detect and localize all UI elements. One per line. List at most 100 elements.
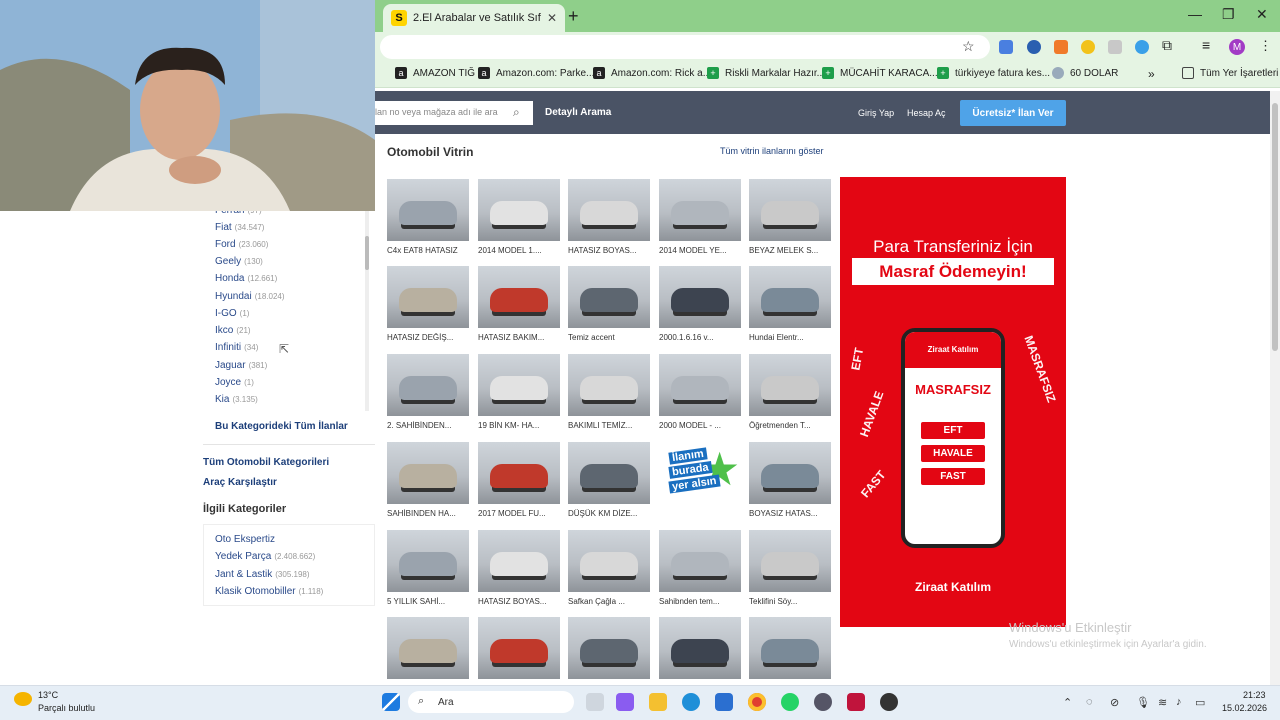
listing-card[interactable]: HATASIZ BOYAS... [478,530,560,614]
listing-card[interactable]: HATASIZ BAKIM... [478,266,560,350]
listing-card[interactable]: SAHİBINDEN HA... [387,442,469,526]
settings-gear-icon[interactable] [880,693,898,711]
listing-photo[interactable] [478,179,560,241]
listing-photo[interactable] [568,617,650,679]
listing-photo[interactable] [749,266,831,328]
listing-title[interactable]: HATASIZ BOYAS... [568,246,650,255]
listing-title[interactable]: HATASIZ BOYAS... [478,597,560,606]
listing-photo[interactable] [387,442,469,504]
edge-icon[interactable] [682,693,700,711]
app-icon[interactable] [814,693,832,711]
listing-photo[interactable] [749,354,831,416]
related-category-item[interactable]: Yedek Parça (2.408.662) [215,551,315,562]
extension-icon[interactable] [1054,40,1068,54]
extension-icon[interactable] [1027,40,1041,54]
listing-photo[interactable] [659,266,741,328]
app-icon[interactable] [847,693,865,711]
minimize-button[interactable]: — [1188,6,1202,22]
brand-list-scrollbar-thumb[interactable] [365,236,369,270]
start-menu-icon[interactable] [382,693,400,711]
listing-photo[interactable] [568,179,650,241]
all-in-category-link[interactable]: Bu Kategorideki Tüm İlanlar [215,421,348,432]
brand-item[interactable]: Geely (130) [215,256,263,267]
clock-date[interactable]: 15.02.2026 [1222,703,1267,713]
listing-title[interactable]: DÜŞÜK KM DİZE... [568,509,650,518]
brand-item[interactable]: Honda (12.661) [215,273,277,284]
listing-title[interactable]: 2014 MODEL YE... [659,246,741,255]
listing-title[interactable]: BEYAZ MELEK S... [749,246,831,255]
listing-photo[interactable] [478,266,560,328]
weather-icon[interactable] [14,692,32,706]
brand-item[interactable]: Hyundai (18.024) [215,291,285,302]
media-control-icon[interactable]: ≡ [1202,37,1210,53]
listing-card[interactable]: BOYASIZ HATAS... [749,442,831,526]
menu-kebab-icon[interactable]: ⋮ [1259,38,1272,54]
listing-title[interactable]: Hundai Elentr... [749,333,831,342]
search-input[interactable]: lan no veya mağaza adı ile ara [375,101,533,125]
listing-card[interactable]: 2000.1.6.16 v... [659,266,741,350]
listing-photo[interactable] [659,530,741,592]
listing-photo[interactable] [387,266,469,328]
listing-title[interactable]: Öğretmenden T... [749,421,831,430]
bookmark-star-icon[interactable]: ☆ [962,38,975,55]
bookmark-item[interactable]: a Amazon.com: Parke... [478,67,594,79]
listing-photo[interactable] [478,442,560,504]
listing-card[interactable]: BEYAZ MELEK S... [749,179,831,263]
listing-card[interactable]: BAKIMLI TEMİZ... [568,354,650,438]
post-ad-button[interactable]: Ücretsiz* İlan Ver [960,100,1066,126]
listing-card[interactable]: HATASIZ DEĞİŞ... [387,266,469,350]
browser-tab[interactable]: S 2.El Arabalar ve Satılık Sıfır Km O ✕ [383,4,565,32]
listing-title[interactable]: Safkan Çağla ... [568,597,650,606]
listing-title[interactable]: Teklifini Söy... [749,597,831,606]
listing-photo[interactable] [568,530,650,592]
new-tab-button[interactable]: + [568,6,579,27]
listing-photo[interactable] [749,179,831,241]
tray-app-icon[interactable]: ◌ [1086,696,1093,708]
listing-card[interactable]: 5 YILLIK SAHİ... [387,530,469,614]
whatsapp-icon[interactable] [781,693,799,711]
listing-photo[interactable] [387,617,469,679]
maximize-button[interactable]: ❐ [1222,6,1235,23]
all-car-categories-link[interactable]: Tüm Otomobil Kategorileri [203,457,329,468]
related-category-item[interactable]: Jant & Lastik (305.198) [215,569,310,580]
bookmarks-overflow-button[interactable]: » [1148,67,1155,81]
listing-card[interactable]: 2000 MODEL - ... [659,354,741,438]
listing-title[interactable]: 19 BİN KM- HA... [478,421,560,430]
listing-photo[interactable] [749,617,831,679]
microphone-icon[interactable]: 🎙 [1136,696,1150,709]
listing-photo[interactable] [387,354,469,416]
listing-title[interactable]: HATASIZ DEĞİŞ... [387,333,469,342]
listing-title[interactable]: 5 YILLIK SAHİ... [387,597,469,606]
listing-card[interactable]: 2017 MODEL FU... [478,442,560,526]
bookmark-item[interactable]: + türkiyeye fatura kes... [937,67,1050,79]
listing-title[interactable]: 2014 MODEL 1.... [478,246,560,255]
listing-photo[interactable] [478,530,560,592]
bookmark-item[interactable]: a AMAZON TIĞ [395,67,475,79]
listing-photo[interactable] [659,617,741,679]
tray-app-icon[interactable]: ⊘ [1110,696,1119,709]
listing-card[interactable]: ★ İlanım burada yer alsın [659,442,741,526]
bookmark-item[interactable]: + Riskli Markalar Hazır... [707,67,825,79]
listing-photo[interactable] [568,442,650,504]
bookmark-item[interactable]: + MÜCAHİT KARACA... [822,67,938,79]
extension-icon[interactable] [1081,40,1095,54]
translate-extension-icon[interactable] [999,40,1013,54]
listing-title[interactable]: C4x EAT8 HATASIZ [387,246,469,255]
tab-close-icon[interactable]: ✕ [547,11,557,25]
brand-item[interactable]: I-GO (1) [215,308,249,319]
bookmark-item[interactable]: a Amazon.com: Rick a... [593,67,711,79]
listing-card[interactable]: 2. SAHİBİNDEN... [387,354,469,438]
register-link[interactable]: Hesap Aç [907,108,946,118]
brand-item[interactable]: Kia (3.135) [215,394,258,405]
listing-title[interactable]: 2000 MODEL - ... [659,421,741,430]
search-icon[interactable]: ⌕ [513,105,520,120]
extension-icon[interactable] [1135,40,1149,54]
shield-extension-icon[interactable] [1108,40,1122,54]
listing-photo[interactable] [478,617,560,679]
address-bar[interactable] [380,35,990,59]
listing-title[interactable]: BAKIMLI TEMİZ... [568,421,650,430]
brand-item[interactable]: Ikco (21) [215,325,251,336]
listing-title[interactable]: 2000.1.6.16 v... [659,333,741,342]
listing-card[interactable]: 19 BİN KM- HA... [478,354,560,438]
listing-card[interactable]: Temiz accent [568,266,650,350]
